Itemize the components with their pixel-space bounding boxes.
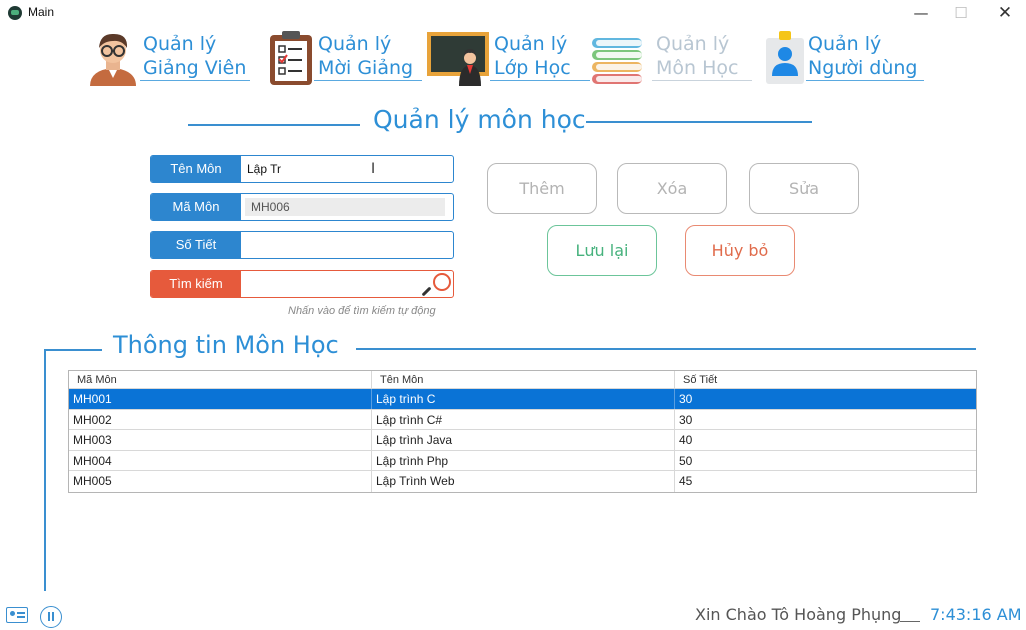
nav-giang-vien-line1: Quản lý	[143, 33, 217, 55]
nav-lop-hoc-line2: Lớp Học	[494, 57, 571, 79]
ten-mon-input[interactable]	[247, 160, 445, 178]
cell-ten-mon: Lập Trình Web	[372, 471, 675, 492]
column-header-ten-mon[interactable]: Tên Môn	[372, 371, 675, 388]
window-title: Main	[28, 5, 55, 19]
cell-ten-mon: Lập trình C	[372, 389, 675, 409]
search-hint: Nhấn vào để tìm kiếm tự động	[288, 305, 436, 317]
title-bar: Main — ☐ ✕	[0, 0, 1026, 26]
nav-underline	[140, 80, 250, 81]
so-tiet-input[interactable]	[247, 236, 445, 254]
nav-nguoi-dung-line1: Quản lý	[808, 33, 882, 55]
cell-ma-mon: MH002	[69, 409, 372, 430]
maximize-button[interactable]: ☐	[946, 2, 976, 24]
so-tiet-label: Số Tiết	[151, 232, 241, 258]
nav-mon-hoc[interactable]: Quản lý Môn Học	[590, 30, 760, 86]
ma-mon-input[interactable]	[245, 198, 445, 216]
table-row[interactable]: MH001 Lập trình C 30	[69, 389, 976, 410]
nav-giang-vien-line2: Giảng Viên	[143, 57, 247, 79]
title-line-left	[188, 124, 360, 126]
greeting-divider	[900, 621, 920, 622]
text-cursor-icon: I	[371, 161, 376, 177]
nav-underline	[490, 80, 590, 81]
search-field: Tìm kiếm	[150, 270, 454, 298]
cell-so-tiet: 45	[679, 474, 693, 489]
delete-button[interactable]: Xóa	[617, 163, 727, 214]
nav-underline	[806, 80, 924, 81]
profile-card-icon[interactable]	[6, 607, 28, 623]
group-border-top-right	[356, 348, 976, 350]
cell-ma-mon: MH001	[69, 389, 372, 409]
table-row[interactable]: MH002 Lập trình C# 30	[69, 409, 976, 431]
greeting-text: Xin Chào Tô Hoàng Phụng	[695, 605, 902, 624]
app-icon	[8, 6, 22, 20]
column-header-ma-mon[interactable]: Mã Môn	[69, 371, 372, 388]
ten-mon-field: Tên Môn I	[150, 155, 454, 183]
add-button[interactable]: Thêm	[487, 163, 597, 214]
nav-moi-giang[interactable]: Quản lý Mời Giảng	[268, 30, 428, 86]
cell-so-tiet: 30	[679, 392, 693, 406]
group-border-top-left	[44, 349, 102, 351]
cell-ma-mon: MH004	[69, 450, 372, 471]
minimize-button[interactable]: —	[906, 2, 936, 24]
cell-ma-mon: MH003	[69, 430, 372, 450]
title-line-right	[586, 121, 812, 123]
classroom-icon	[427, 32, 489, 86]
table-header: Mã Môn Tên Môn Số Tiết	[69, 371, 976, 389]
pause-icon[interactable]	[40, 606, 62, 628]
page-title: Quản lý môn học	[373, 105, 586, 134]
nav-moi-giang-line1: Quản lý	[318, 33, 392, 55]
books-icon	[592, 38, 642, 84]
cell-ten-mon: Lập trình Php	[372, 450, 675, 471]
close-button[interactable]: ✕	[990, 2, 1020, 24]
so-tiet-field: Số Tiết	[150, 231, 454, 259]
cell-ten-mon: Lập trình Java	[372, 430, 675, 450]
cell-ten-mon: Lập trình C#	[372, 409, 675, 430]
table-row[interactable]: MH005 Lập Trình Web 45	[69, 471, 976, 492]
nav-giang-vien[interactable]: Quản lý Giảng Viên	[86, 30, 256, 86]
clipboard-icon	[270, 31, 312, 85]
cell-ma-mon: MH005	[69, 471, 372, 492]
nav-moi-giang-line2: Mời Giảng	[318, 57, 414, 79]
group-title: Thông tin Môn Học	[113, 331, 339, 359]
subjects-table: Mã Môn Tên Môn Số Tiết MH001 Lập trình C…	[68, 370, 977, 493]
cell-so-tiet: 50	[679, 453, 693, 468]
cell-so-tiet: 30	[679, 412, 693, 427]
nav-nguoi-dung-line2: Người dùng	[808, 57, 918, 79]
cancel-button[interactable]: Hủy bỏ	[685, 225, 795, 276]
nav-lop-hoc-line1: Quản lý	[494, 33, 568, 55]
search-input[interactable]	[247, 275, 417, 293]
teacher-icon	[90, 33, 136, 86]
nav-nguoi-dung[interactable]: Quản lý Người dùng	[764, 30, 934, 86]
nav-lop-hoc[interactable]: Quản lý Lớp Học	[426, 30, 596, 86]
ma-mon-label: Mã Môn	[151, 194, 241, 220]
nav-underline	[652, 80, 752, 81]
ma-mon-field: Mã Môn	[150, 193, 454, 221]
clock: 7:43:16 AM	[930, 605, 1022, 624]
ten-mon-label: Tên Môn	[151, 156, 241, 182]
nav-underline	[314, 80, 422, 81]
user-icon	[766, 31, 804, 84]
column-header-so-tiet[interactable]: Số Tiết	[675, 371, 976, 388]
search-label: Tìm kiếm	[151, 271, 241, 297]
group-border-left	[44, 349, 46, 591]
save-button[interactable]: Lưu lại	[547, 225, 657, 276]
table-row[interactable]: MH003 Lập trình Java 40	[69, 430, 976, 451]
table-row[interactable]: MH004 Lập trình Php 50	[69, 450, 976, 472]
nav-mon-hoc-line2: Môn Học	[656, 57, 739, 79]
edit-button[interactable]: Sửa	[749, 163, 859, 214]
nav-mon-hoc-line1: Quản lý	[656, 33, 730, 55]
cell-so-tiet: 40	[679, 433, 693, 448]
